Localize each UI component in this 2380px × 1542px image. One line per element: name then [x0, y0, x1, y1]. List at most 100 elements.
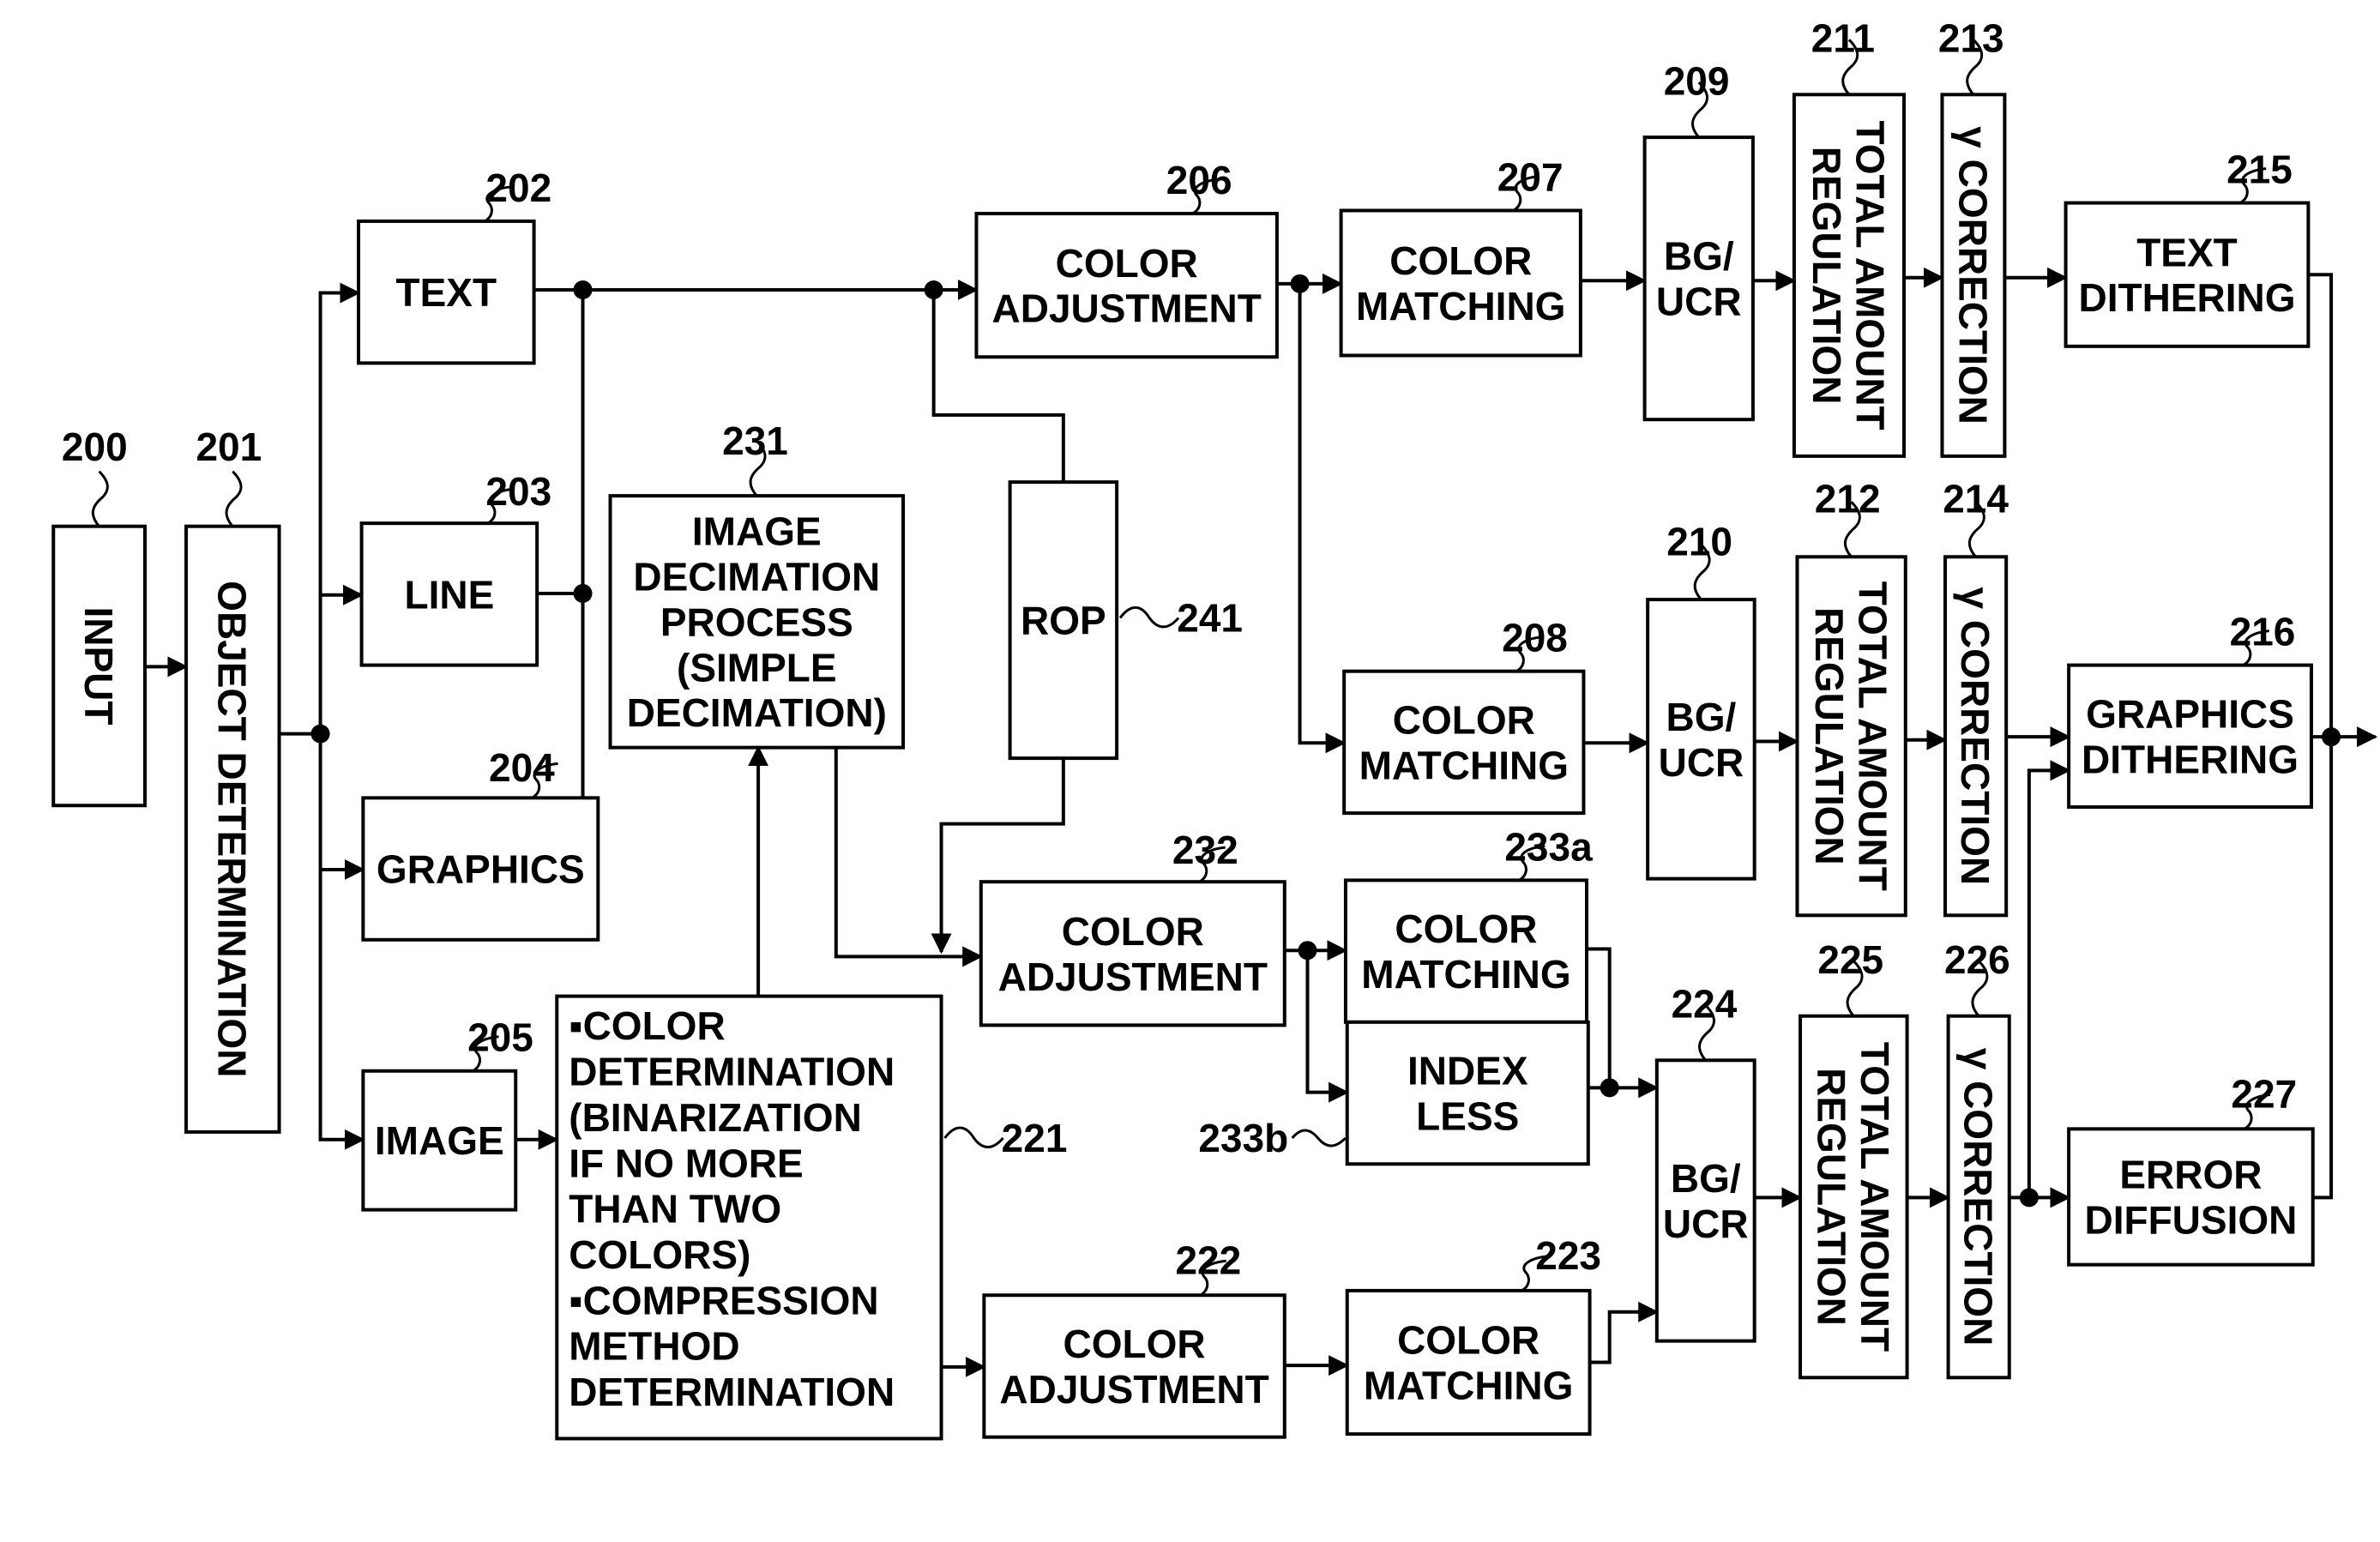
leader-line-221 [943, 1126, 1004, 1149]
block-213: γ CORRECTION 213 [1938, 15, 2007, 458]
block-226-label: γ CORRECTION [1956, 1048, 2001, 1346]
block-204: GRAPHICS204 [361, 745, 600, 942]
block-209: BG/UCR 209 [1642, 58, 1755, 422]
block-209-label: BG/ [1664, 234, 1734, 279]
block-231: IMAGEDECIMATIONPROCESS(SIMPLEDECIMATION)… [608, 419, 906, 750]
wire-26 [1305, 950, 1350, 1103]
wire-34 [2027, 760, 2071, 1198]
block-215-label: DITHERING [2078, 275, 2295, 320]
wire-27 [1587, 947, 1612, 1088]
block-221-label: METHOD [569, 1324, 739, 1369]
wire-4 [318, 733, 365, 1150]
block-221-label: (BINARIZATION [569, 1095, 862, 1140]
block-232-label: COLOR [1062, 909, 1204, 954]
block-223-label: MATCHING [1364, 1364, 1573, 1408]
block-210-label: UCR [1659, 740, 1744, 785]
block-204-label: GRAPHICS [377, 847, 585, 892]
block-221-label: THAN TWO [569, 1187, 781, 1232]
ref-number-212: 212 [1815, 477, 1881, 521]
ref-number-225: 225 [1817, 937, 1883, 982]
ref-number-203: 203 [485, 469, 551, 514]
block-232-label: ADJUSTMENT [998, 955, 1268, 999]
block-223-label: COLOR [1397, 1318, 1539, 1363]
block-231-label: PROCESS [660, 599, 853, 644]
ref-number-210: 210 [1666, 519, 1732, 563]
block-200: INPUT 200 [51, 425, 147, 808]
junction-dot [2019, 1188, 2039, 1208]
block-205: IMAGE205 [361, 1015, 533, 1212]
block-222-label: COLOR [1063, 1322, 1206, 1366]
block-232: COLORADJUSTMENT232 [979, 828, 1286, 1027]
ref-number-214: 214 [1943, 477, 2009, 521]
junction-dot [1298, 941, 1317, 961]
wire-11 [834, 747, 984, 967]
junction-dot [1600, 1078, 1619, 1098]
image-processing-block-diagram: INPUT 200 OBJECT DETERMINATION 201 TEXT 202 LI… [51, 15, 2378, 1441]
ref-number-224: 224 [1672, 981, 1738, 1026]
block-221-label: ▪COMPRESSION [569, 1278, 878, 1322]
junction-dot [1290, 274, 1310, 293]
block-211-label: TOTAL AMOUNT [1848, 121, 1893, 431]
leader-line-201 [225, 470, 243, 527]
wire-1 [318, 282, 361, 734]
block-203-label: LINE [404, 572, 494, 617]
block-221-label: IF NO MORE [569, 1141, 803, 1185]
block-206-label: COLOR [1056, 241, 1198, 286]
block-212-label: REGULATION [1807, 607, 1852, 865]
block-227-label: DIFFUSION [2084, 1198, 2297, 1243]
block-202-label: TEXT [396, 270, 497, 315]
block-214-label: γ CORRECTION [1953, 587, 1997, 885]
ref-number-222: 222 [1175, 1238, 1241, 1282]
block-231-label: DECIMATION [633, 555, 880, 599]
leader-line-200 [91, 470, 109, 527]
block-208: COLORMATCHING208 [1342, 616, 1586, 816]
block-221-label: DETERMINATION [569, 1050, 895, 1094]
block-210: BG/UCR 210 [1646, 519, 1756, 881]
block-209-label: UCR [1656, 280, 1742, 324]
wire-16 [1298, 283, 1347, 754]
block-241: ROP 241 [1008, 480, 1243, 761]
block-224: BG/UCR 224 [1654, 981, 1756, 1343]
block-208-label: MATCHING [1359, 743, 1569, 787]
ref-number-227: 227 [2231, 1071, 2297, 1116]
block-231-label: IMAGE [692, 509, 822, 554]
block-221-label: COLORS) [569, 1232, 750, 1277]
block-231-label: DECIMATION) [627, 690, 887, 735]
junction-dot [924, 280, 943, 299]
block-225-label: TOTAL AMOUNT [1853, 1042, 1897, 1352]
block-225-label: REGULATION [1809, 1068, 1853, 1326]
block-226: γ CORRECTION 226 [1944, 937, 2011, 1380]
block-201-label: OBJECT DETERMINATION [210, 581, 255, 1077]
block-227-label: ERROR [2119, 1153, 2262, 1197]
wire-8 [581, 289, 599, 808]
block-210-label: BG/ [1666, 695, 1737, 739]
block-207-label: MATCHING [1356, 284, 1565, 328]
ref-number-221: 221 [1002, 1116, 1068, 1160]
ref-number-206: 206 [1166, 158, 1232, 202]
block-212-label: TOTAL AMOUNT [1850, 581, 1895, 891]
ref-number-231: 231 [722, 419, 788, 463]
blocks: INPUT 200 OBJECT DETERMINATION 201 TEXT 202 LI… [51, 15, 2315, 1441]
block-211: TOTAL AMOUNTREGULATION 211 [1792, 15, 1907, 458]
junction-dot [573, 583, 593, 603]
block-222: COLORADJUSTMENT 222 [982, 1238, 1286, 1439]
block-215: TEXTDITHERING215 [2064, 147, 2311, 348]
block-207: COLORMATCHING207 [1339, 154, 1582, 358]
block-233a-label: COLOR [1395, 907, 1537, 951]
block-222-label: ADJUSTMENT [999, 1367, 1268, 1412]
block-231-label: (SIMPLE [677, 645, 837, 690]
block-206: COLORADJUSTMENT 206 [974, 158, 1279, 359]
block-213-label: γ CORRECTION [1950, 126, 1995, 425]
block-233a: COLORMATCHING 233a [1343, 824, 1593, 1024]
block-225: TOTAL AMOUNTREGULATION 225 [1799, 937, 1909, 1380]
block-233a-label: MATCHING [1361, 952, 1570, 997]
block-223: COLORMATCHING223 [1345, 1233, 1601, 1437]
block-207-label: COLOR [1389, 238, 1532, 283]
block-212: TOTAL AMOUNTREGULATION 212 [1795, 477, 1907, 918]
ref-number-241: 241 [1177, 595, 1243, 640]
block-216: GRAPHICSDITHERING216 [2067, 609, 2313, 810]
ref-number-211: 211 [1811, 15, 1875, 60]
block-216-label: DITHERING [2082, 737, 2299, 781]
ref-number-233b: 233b [1198, 1116, 1288, 1160]
block-214: γ CORRECTION 214 [1943, 477, 2009, 918]
